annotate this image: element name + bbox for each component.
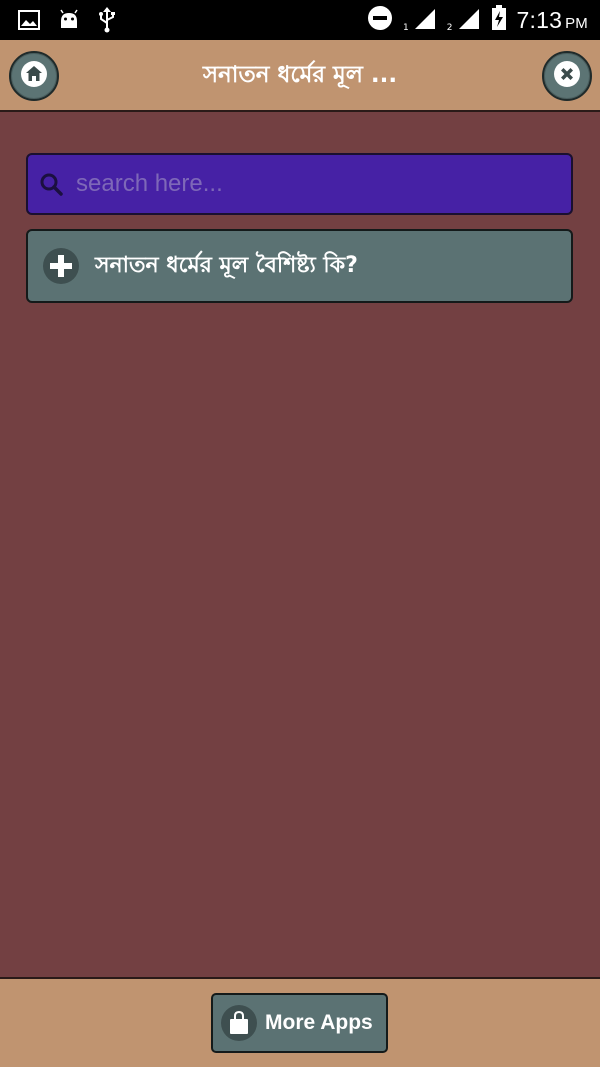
- shopping-bag-icon: [221, 1005, 257, 1041]
- more-apps-button[interactable]: More Apps: [211, 993, 388, 1053]
- more-apps-label: More Apps: [265, 1011, 373, 1034]
- signal-icon: [413, 6, 437, 34]
- image-icon: [18, 10, 40, 34]
- status-bar: 1 2 7:13 PM: [0, 0, 600, 40]
- android-icon: [58, 9, 80, 35]
- battery-icon: [491, 5, 507, 35]
- plus-icon: [43, 248, 79, 284]
- list-item[interactable]: সনাতন ধর্মের মূল বৈশিষ্ট্য কি?: [26, 229, 573, 303]
- list-item-label: সনাতন ধর্মের মূল বৈশিষ্ট্য কি?: [95, 252, 358, 278]
- search-box: [26, 153, 573, 215]
- footer: More Apps: [0, 977, 600, 1067]
- page-title: সনাতন ধর্মের মূল ...: [202, 61, 398, 88]
- usb-icon: [98, 7, 116, 37]
- search-icon: [38, 171, 64, 197]
- search-input[interactable]: [64, 154, 571, 214]
- home-icon: [20, 60, 48, 92]
- signal-icon: [457, 6, 481, 34]
- home-button[interactable]: [9, 51, 59, 101]
- close-icon: [553, 60, 581, 92]
- app-header: সনাতন ধর্মের মূল ...: [0, 40, 600, 112]
- sim1-label: 1: [403, 23, 409, 33]
- close-button[interactable]: [542, 51, 592, 101]
- sim2-label: 2: [446, 23, 453, 33]
- do-not-disturb-icon: [367, 5, 393, 35]
- status-time: 7:13 PM: [516, 6, 588, 33]
